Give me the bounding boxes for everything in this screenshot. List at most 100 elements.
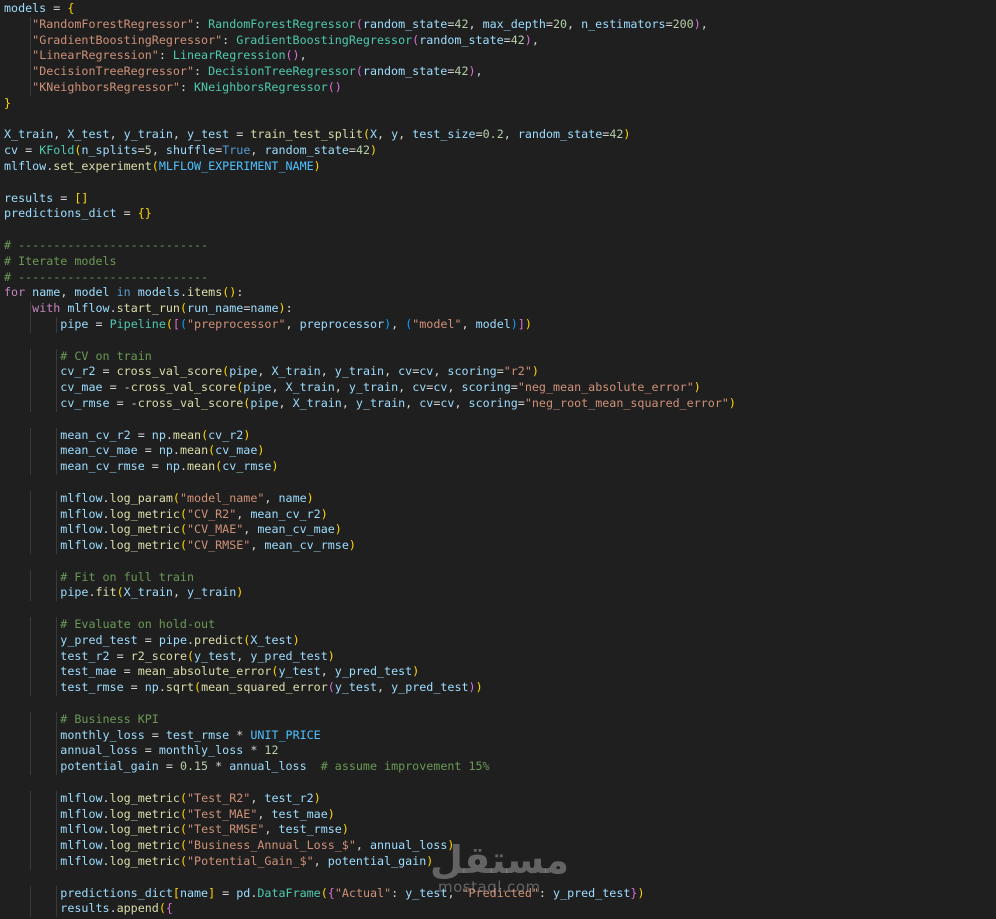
code-line[interactable]: results = [] xyxy=(0,191,996,207)
code-line[interactable]: for name, model in models.items(): xyxy=(0,285,996,301)
code-token: , xyxy=(151,143,166,158)
code-line[interactable] xyxy=(0,870,996,886)
code-line[interactable]: X_train, X_test, y_train, y_test = train… xyxy=(0,127,996,143)
code-token: = - xyxy=(109,395,138,410)
code-token: , xyxy=(299,48,307,63)
code-line[interactable] xyxy=(0,412,996,428)
code-line[interactable] xyxy=(0,554,996,570)
code-line[interactable]: mlflow.log_metric("CV_R2", mean_cv_r2) xyxy=(0,506,996,523)
code-token: . xyxy=(102,522,110,537)
code-line[interactable] xyxy=(0,775,996,791)
code-line[interactable] xyxy=(0,222,996,238)
code-token: sqrt xyxy=(165,680,195,695)
code-line[interactable]: annual_loss = monthly_loss * 12 xyxy=(0,743,996,760)
code-line[interactable]: models = { xyxy=(0,1,996,17)
code-editor[interactable]: models = { "RandomForestRegressor": Rand… xyxy=(0,0,996,919)
indent-guide xyxy=(30,711,31,728)
code-token: . xyxy=(102,838,110,853)
code-line[interactable]: # Iterate models xyxy=(0,254,996,270)
code-line[interactable]: "GradientBoostingRegressor": GradientBoo… xyxy=(0,32,996,49)
code-token: , xyxy=(391,316,406,331)
code-line[interactable]: mlflow.log_metric("Test_R2", test_r2) xyxy=(0,790,996,807)
code-line[interactable]: potential_gain = 0.15 * annual_loss # as… xyxy=(0,759,996,776)
code-line[interactable]: cv_mae = -cross_val_score(pipe, X_train,… xyxy=(0,380,996,396)
code-line[interactable]: mean_cv_mae = np.mean(cv_mae) xyxy=(0,443,996,460)
code-line[interactable]: cv_rmse = -cross_val_score(pipe, X_train… xyxy=(0,395,996,412)
code-token: start_run xyxy=(116,301,180,316)
code-line[interactable]: "LinearRegression": LinearRegression(), xyxy=(0,48,996,65)
code-token: , xyxy=(109,127,124,142)
indent-guide xyxy=(56,316,57,333)
code-token: y_train xyxy=(348,380,399,395)
code-line[interactable]: results.append({ xyxy=(0,901,996,918)
code-token: y_train xyxy=(123,127,173,142)
code-line[interactable]: mean_cv_r2 = np.mean(cv_r2) xyxy=(0,427,996,444)
code-line[interactable]: test_rmse = np.sqrt(mean_squared_error(y… xyxy=(0,680,996,697)
code-line[interactable]: predictions_dict = {} xyxy=(0,206,996,222)
code-line[interactable]: "RandomForestRegressor": RandomForestReg… xyxy=(0,16,996,33)
code-line[interactable]: cv = KFold(n_splits=5, shuffle=True, ran… xyxy=(0,143,996,159)
code-token: # --------------------------- xyxy=(4,269,209,284)
indent-guide xyxy=(56,490,57,507)
code-line[interactable]: y_pred_test = pipe.predict(X_test) xyxy=(0,632,996,649)
code-line[interactable] xyxy=(0,475,996,491)
indent-guide xyxy=(30,585,31,602)
code-token: () xyxy=(222,285,237,300)
code-token: test_r2 xyxy=(264,790,314,805)
code-line[interactable]: predictions_dict[name] = pd.DataFrame({"… xyxy=(0,885,996,902)
code-token: scoring xyxy=(468,395,518,410)
code-token: , xyxy=(377,127,392,142)
code-token: ( xyxy=(151,158,159,173)
code-token: { xyxy=(67,1,75,15)
code-token: test_rmse xyxy=(278,822,342,837)
code-line[interactable]: # --------------------------- xyxy=(0,270,996,286)
code-token: mean_absolute_error xyxy=(137,664,272,679)
code-line[interactable]: mean_cv_rmse = np.mean(cv_rmse) xyxy=(0,459,996,475)
code-line[interactable]: mlflow.log_metric("CV_MAE", mean_cv_mae) xyxy=(0,522,996,539)
code-line[interactable]: } xyxy=(0,96,996,112)
code-line[interactable]: cv_r2 = cross_val_score(pipe, X_train, y… xyxy=(0,364,996,381)
indent-guide xyxy=(56,506,57,523)
code-line[interactable]: mlflow.log_metric("Business_Annual_Loss_… xyxy=(0,838,996,855)
indent-guide xyxy=(30,48,31,65)
code-line[interactable]: # Fit on full train xyxy=(0,569,996,586)
code-line[interactable]: mlflow.set_experiment(MLFLOW_EXPERIMENT_… xyxy=(0,159,996,175)
code-line[interactable]: with mlflow.start_run(run_name=name): xyxy=(0,301,996,317)
code-line[interactable]: pipe = Pipeline([("preprocessor", prepro… xyxy=(0,316,996,333)
code-line[interactable]: mlflow.log_metric("Test_RMSE", test_rmse… xyxy=(0,822,996,839)
code-line[interactable] xyxy=(0,175,996,191)
code-line[interactable] xyxy=(0,112,996,128)
code-token: "Business_Annual_Loss_$" xyxy=(187,838,356,853)
code-line[interactable]: # Evaluate on hold-out xyxy=(0,617,996,633)
code-line[interactable]: test_r2 = r2_score(y_test, y_pred_test) xyxy=(0,648,996,665)
code-token: 20 xyxy=(552,16,568,31)
code-line[interactable] xyxy=(0,601,996,617)
code-token: = xyxy=(229,127,251,142)
code-line[interactable]: monthly_loss = test_rmse * UNIT_PRICE xyxy=(0,727,996,744)
code-token: ) xyxy=(327,648,335,663)
code-line[interactable]: "DecisionTreeRegressor": DecisionTreeReg… xyxy=(0,64,996,80)
code-token: annual_loss xyxy=(369,838,448,853)
code-line[interactable]: pipe.fit(X_train, y_train) xyxy=(0,585,996,602)
code-line[interactable]: test_mae = mean_absolute_error(y_test, y… xyxy=(0,664,996,681)
code-line[interactable]: # CV on train xyxy=(0,348,996,365)
code-line[interactable]: mlflow.log_metric("Potential_Gain_$", po… xyxy=(0,854,996,870)
code-line[interactable]: # --------------------------- xyxy=(0,238,996,254)
code-line[interactable] xyxy=(0,696,996,712)
code-line[interactable]: mlflow.log_metric("CV_RMSE", mean_cv_rms… xyxy=(0,538,996,554)
code-line[interactable]: mlflow.log_param("model_name", name) xyxy=(0,490,996,507)
code-token: KFold xyxy=(39,143,75,158)
code-line[interactable]: mlflow.log_metric("Test_MAE", test_mae) xyxy=(0,806,996,823)
code-line[interactable]: # Business KPI xyxy=(0,711,996,728)
code-token: ) xyxy=(524,316,532,331)
code-token: monthly_loss xyxy=(60,727,145,742)
code-line[interactable]: "KNeighborsRegressor": KNeighborsRegress… xyxy=(0,79,996,96)
code-token: , xyxy=(236,648,251,663)
indent-guide xyxy=(56,348,57,365)
code-line[interactable] xyxy=(0,333,996,349)
code-token: log_metric xyxy=(109,522,180,537)
code-token: y_pred_test xyxy=(250,648,328,663)
